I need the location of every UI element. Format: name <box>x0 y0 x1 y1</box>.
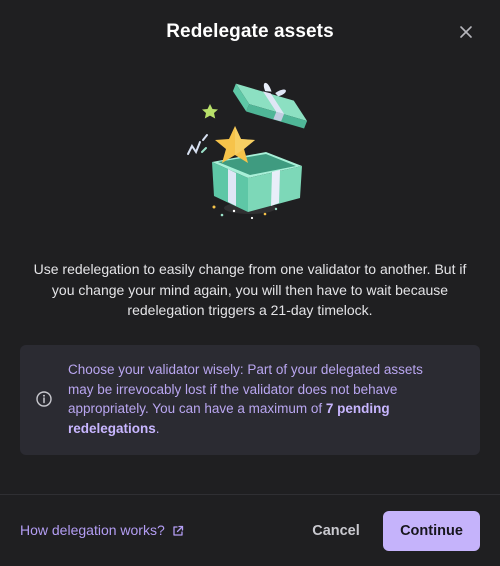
cancel-button[interactable]: Cancel <box>300 511 372 550</box>
footer-divider <box>0 494 500 495</box>
external-link-icon <box>172 524 184 536</box>
close-icon[interactable] <box>458 24 474 40</box>
modal-title: Redelegate assets <box>166 21 334 42</box>
modal-header: Redelegate assets <box>0 0 500 66</box>
redelegation-description: Use redelegation to easily change from o… <box>33 261 467 318</box>
warning-text: Choose your validator wisely: Part of yo… <box>68 360 424 438</box>
gift-box-with-star-icon <box>180 82 320 222</box>
redelegate-modal: Redelegate assets Use redelegation to ea… <box>0 0 500 566</box>
warning-text-after: . <box>155 420 160 436</box>
help-link-label: How delegation works? <box>20 522 165 538</box>
warning-box: Choose your validator wisely: Part of yo… <box>20 345 480 455</box>
continue-button[interactable]: Continue <box>383 511 480 551</box>
how-delegation-works-link[interactable]: How delegation works? <box>20 522 184 538</box>
info-icon <box>36 391 52 407</box>
